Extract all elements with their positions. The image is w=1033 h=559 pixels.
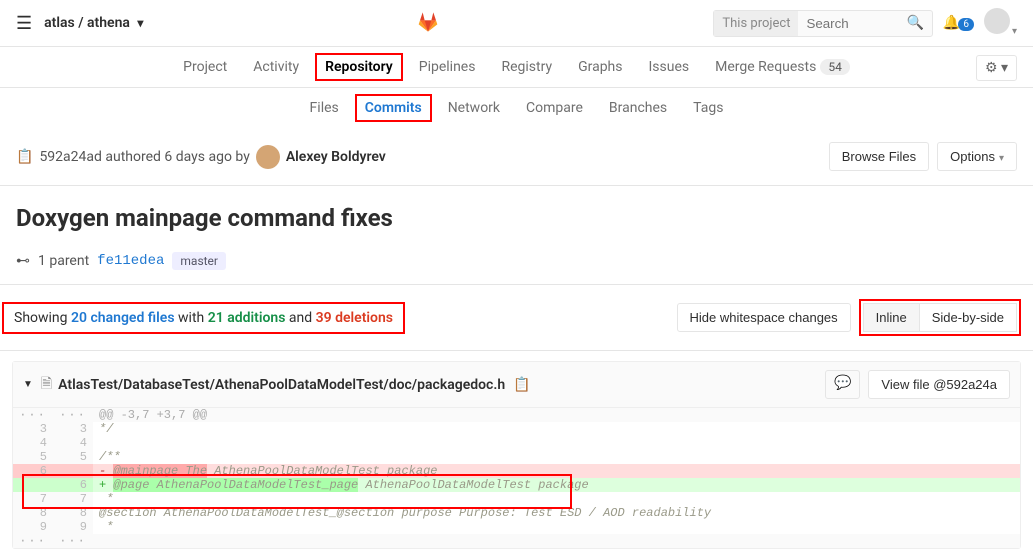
breadcrumb[interactable]: atlas / athena ▾ <box>44 15 143 31</box>
commit-sha: 592a24ad <box>39 149 101 165</box>
nav-registry[interactable]: Registry <box>501 59 552 75</box>
parents-label: 1 parent <box>38 253 89 269</box>
todos-icon[interactable]: 🔔6 <box>943 15 974 31</box>
nav-pipelines[interactable]: Pipelines <box>419 59 476 75</box>
breadcrumb-project[interactable]: athena <box>87 15 130 31</box>
repo-nav: Files Commits Network Compare Branches T… <box>0 88 1033 128</box>
search-scope[interactable]: This project <box>714 11 798 36</box>
changed-files-link[interactable]: 20 changed files <box>71 310 175 326</box>
subnav-commits[interactable]: Commits <box>365 100 422 116</box>
copy-path-icon[interactable]: 📋 <box>513 377 530 393</box>
deletions-count: 39 deletions <box>316 310 393 326</box>
browse-files-button[interactable]: Browse Files <box>829 142 929 171</box>
subnav-files[interactable]: Files <box>310 100 339 116</box>
file-path[interactable]: AtlasTest/DatabaseTest/AthenaPoolDataMod… <box>58 377 505 393</box>
comment-icon[interactable]: 💬 <box>825 370 860 399</box>
subnav-tags[interactable]: Tags <box>693 100 723 116</box>
user-menu[interactable]: ▾ <box>984 8 1017 38</box>
authored-text: authored 6 days ago by <box>105 149 249 165</box>
file-icon: 🗎 <box>41 373 52 397</box>
diff-summary: Showing 20 changed files with 21 additio… <box>2 302 405 334</box>
nav-merge-requests[interactable]: Merge Requests54 <box>715 59 850 75</box>
hamburger-icon[interactable]: ☰ <box>16 13 32 34</box>
search-icon[interactable]: 🔍 <box>898 15 931 31</box>
nav-activity[interactable]: Activity <box>253 59 299 75</box>
diff-line-removed[interactable]: 6- @mainpage The AthenaPoolDataModelTest… <box>13 464 1020 478</box>
side-by-side-button[interactable]: Side-by-side <box>919 303 1017 332</box>
nav-repository[interactable]: Repository <box>325 59 393 75</box>
search-input[interactable] <box>798 11 898 36</box>
todos-badge: 6 <box>958 18 974 31</box>
mr-count-badge: 54 <box>820 59 850 75</box>
diff-table: ······@@ -3,7 +3,7 @@ 33*/ 44 55/** 6- @… <box>13 408 1020 548</box>
branch-icon: ⊷ <box>16 253 30 269</box>
nav-graphs[interactable]: Graphs <box>578 59 622 75</box>
search-group: This project 🔍 <box>713 10 933 37</box>
line-num-old[interactable]: 3 <box>13 422 53 436</box>
additions-count: 21 additions <box>208 310 286 326</box>
main-nav: Project Activity Repository Pipelines Re… <box>0 47 1033 88</box>
diff-view-toggle: Inline Side-by-side <box>859 299 1021 336</box>
branch-badge[interactable]: master <box>172 252 226 270</box>
hide-whitespace-button[interactable]: Hide whitespace changes <box>677 303 851 332</box>
subnav-network[interactable]: Network <box>448 100 500 116</box>
gitlab-logo[interactable] <box>143 9 713 37</box>
diff-line-added[interactable]: 6+ @page AthenaPoolDataModelTest_page At… <box>13 478 1020 492</box>
diff-file: ▼ 🗎 AtlasTest/DatabaseTest/AthenaPoolDat… <box>12 361 1021 549</box>
subnav-compare[interactable]: Compare <box>526 100 583 116</box>
options-button[interactable]: Options▾ <box>937 142 1017 171</box>
hunk-header: @@ -3,7 +3,7 @@ <box>93 408 1020 422</box>
chevron-down-icon: ▾ <box>1012 26 1017 37</box>
collapse-icon[interactable]: ▼ <box>23 379 33 390</box>
author-avatar[interactable] <box>256 145 280 169</box>
view-file-button[interactable]: View file @592a24a <box>868 370 1010 399</box>
author-name[interactable]: Alexey Boldyrev <box>286 149 386 165</box>
inline-view-button[interactable]: Inline <box>863 303 919 332</box>
parent-sha-link[interactable]: fe11edea <box>97 253 164 269</box>
gear-icon[interactable]: ⚙ ▾ <box>976 55 1017 81</box>
nav-issues[interactable]: Issues <box>649 59 690 75</box>
line-num-new[interactable]: 3 <box>53 422 93 436</box>
avatar <box>984 8 1010 34</box>
nav-project[interactable]: Project <box>183 59 227 75</box>
commit-title: Doxygen mainpage command fixes <box>16 204 1017 232</box>
copy-icon[interactable]: 📋 <box>16 149 33 165</box>
subnav-branches[interactable]: Branches <box>609 100 667 116</box>
commit-bar: 📋 592a24ad authored 6 days ago by Alexey… <box>0 128 1033 186</box>
breadcrumb-group[interactable]: atlas <box>44 15 75 31</box>
